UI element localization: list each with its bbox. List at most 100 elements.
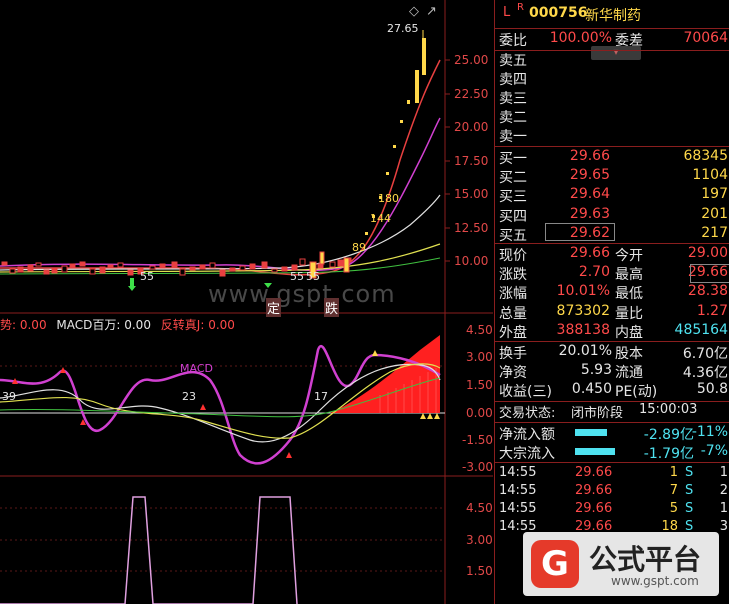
marker-die: 跌 (324, 298, 340, 317)
candle (9, 268, 16, 274)
candle (149, 265, 156, 270)
bid-label: 买二 (499, 170, 527, 187)
candle (319, 251, 325, 265)
trade-side: S (685, 483, 694, 498)
ask-row[interactable]: 卖三 (495, 88, 729, 107)
trade-time: 14:55 (499, 483, 537, 498)
trade-row: 14:55 29.66 5 S 1 (495, 501, 729, 519)
ask-label: 卖二 (499, 110, 527, 126)
quote-key: 最低 (615, 286, 643, 303)
candle (61, 265, 68, 273)
stock-name: 新华制药 (585, 8, 641, 24)
bid-label: 买四 (499, 208, 527, 225)
price-tick: 12.50 (454, 221, 489, 235)
candle-up (386, 172, 389, 175)
red-triangle-icon (200, 404, 206, 410)
diamond-icon[interactable]: ◇ (409, 4, 419, 19)
bid-volume: 201 (701, 205, 728, 222)
ma-line-red (0, 59, 441, 276)
stat-value: 5.93 (580, 362, 612, 379)
ask-label: 卖四 (499, 72, 527, 88)
stat-key: 股本 (615, 346, 643, 362)
flag-r: R (517, 2, 524, 13)
ma-line-white (0, 194, 441, 271)
osc-label: 23 (182, 390, 196, 403)
flow-value: -1.79亿 (643, 446, 694, 462)
trade-price: 29.66 (575, 465, 613, 480)
flow-label: 大宗流入 (499, 446, 555, 462)
quote-value: 873302 (556, 302, 610, 319)
stock-header[interactable]: L R 000756 新华制药 (495, 2, 729, 27)
ask-row[interactable]: 卖四 (495, 69, 729, 88)
bid-row[interactable]: 买一 29.66 68345 (495, 148, 729, 167)
gspt-badge[interactable]: G 公式平台 www.gspt.com (523, 532, 719, 596)
badge-url: www.gspt.com (611, 574, 699, 588)
quote-key: 涨幅 (499, 286, 527, 303)
macd-tick: 4.50 (466, 323, 493, 337)
stat-key: 收益(三) (499, 384, 552, 401)
quote-value: 10.01% (556, 283, 610, 300)
status-time: 15:00:03 (639, 402, 698, 417)
candle (127, 269, 134, 276)
quote-value: 485164 (674, 321, 728, 338)
bid-volume: 197 (701, 186, 728, 203)
trade-volume: 5 (669, 501, 678, 516)
flow-pct: -11% (691, 424, 728, 440)
candle-up (422, 38, 426, 75)
badge-title: 公式平台 (589, 543, 702, 576)
candle-up (415, 70, 419, 103)
trade-volume: 7 (669, 483, 678, 498)
bid-price: 29.66 (569, 148, 610, 164)
ratio-label: 委比 (499, 33, 527, 49)
diff-value: 70064 (683, 30, 728, 46)
stat-row: 换手 20.01% 股本 6.70亿 (495, 343, 729, 362)
candle (249, 263, 256, 270)
candle (317, 263, 324, 269)
price-tick: 20.00 (454, 120, 489, 134)
candle (199, 264, 206, 270)
bid-highlight (545, 223, 615, 241)
candle (261, 261, 268, 269)
quote-key: 涨跌 (499, 267, 527, 284)
bid-volume: 1104 (692, 167, 728, 184)
stat-value: 50.8 (696, 381, 728, 398)
candle (219, 269, 226, 277)
price-tick: 25.00 (454, 53, 489, 67)
bid-price: 29.65 (569, 167, 610, 184)
candle (79, 261, 86, 267)
trade-side: S (685, 501, 694, 516)
stat-key: 换手 (499, 346, 527, 362)
ma-label: 180 (378, 192, 399, 205)
flow-bar (575, 429, 607, 436)
ma-label: 144 (370, 212, 391, 225)
stat-key: 流通 (615, 365, 643, 382)
candle (171, 261, 178, 268)
candle (107, 264, 114, 269)
red-triangle-icon (286, 452, 292, 458)
quote-row: 涨幅 10.01% 最低 28.38 (495, 283, 729, 302)
candle (179, 268, 186, 276)
ratio-value: 100.00% (549, 30, 612, 46)
candle (27, 264, 34, 272)
quote-value: 1.27 (696, 302, 728, 319)
candle (89, 268, 96, 275)
ask-label: 卖五 (499, 53, 527, 69)
ask-row[interactable]: 卖二 (495, 107, 729, 126)
bid-row[interactable]: 买四 29.63 201 (495, 206, 729, 225)
stat-row: 净资 5.93 流通 4.36亿 (495, 362, 729, 381)
bid-volume: 217 (701, 224, 728, 241)
bid-row[interactable]: 买二 29.65 1104 (495, 167, 729, 186)
osc-label: 17 (314, 390, 328, 403)
stat-key: 净资 (499, 365, 527, 382)
ask-row[interactable]: 卖一 (495, 126, 729, 145)
quote-row: 总量 873302 量比 1.27 (495, 303, 729, 322)
chart-area[interactable]: 25.00 22.50 20.00 17.50 15.00 12.50 10.0… (0, 0, 493, 604)
status-value: 闭市阶段 (571, 406, 624, 421)
flag-l: L (503, 5, 511, 20)
arrow-icon[interactable]: ↗ (426, 4, 437, 19)
legend-b: MACD百万: 0.00 (56, 318, 151, 332)
bid-label: 买一 (499, 151, 527, 167)
ask-row[interactable]: 卖五 (495, 50, 729, 69)
bid-row[interactable]: 买三 29.64 197 (495, 186, 729, 205)
macd-tick: -1.50 (462, 433, 494, 447)
